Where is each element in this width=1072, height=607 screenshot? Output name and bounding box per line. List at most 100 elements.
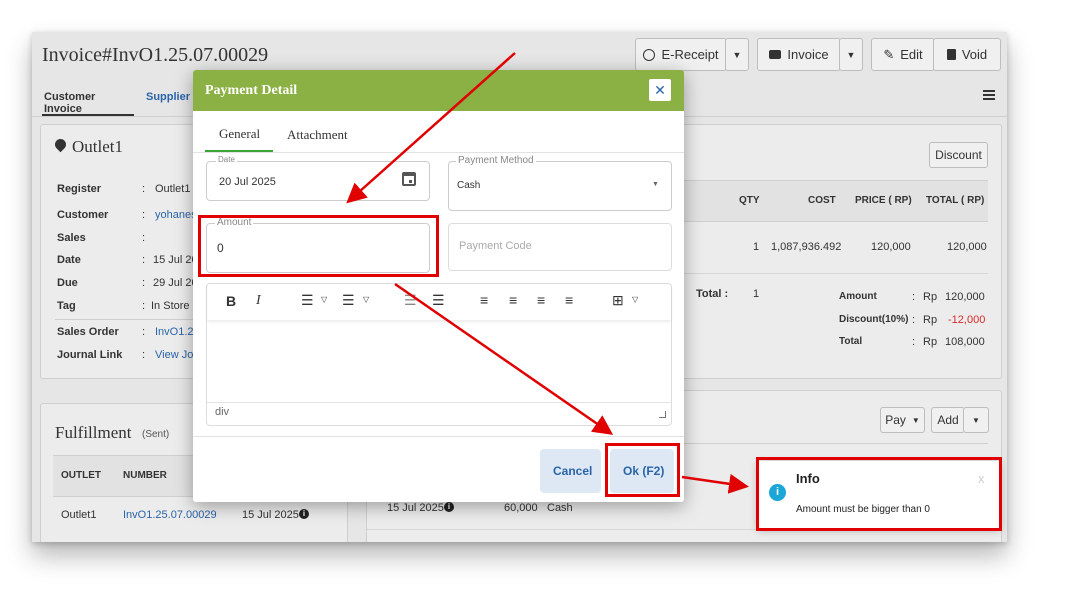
payment-method-select[interactable]: Payment Method Cash ▼ bbox=[448, 155, 672, 211]
date-value: 20 Jul 2025 bbox=[219, 176, 276, 188]
tab-attachment[interactable]: Attachment bbox=[287, 127, 348, 143]
payment-date: 15 Jul 2025 bbox=[387, 502, 444, 514]
field-label: Sales Order bbox=[57, 326, 119, 338]
italic-icon[interactable]: I bbox=[256, 293, 261, 309]
discount-button[interactable]: Discount bbox=[929, 142, 988, 168]
align-right-icon[interactable]: ≡ bbox=[537, 292, 545, 308]
tab-general[interactable]: General bbox=[205, 122, 273, 153]
field-label: Sales bbox=[57, 232, 86, 244]
col-qty: QTY bbox=[739, 195, 760, 206]
editor-status-divider bbox=[207, 402, 671, 403]
chevron-down-icon[interactable]: ▽ bbox=[363, 295, 369, 304]
amount-label: Amount bbox=[839, 291, 877, 302]
outdent-icon[interactable]: ☰ bbox=[404, 292, 417, 309]
edit-button[interactable]: ✎ Edit bbox=[871, 38, 935, 71]
whatsapp-icon bbox=[643, 48, 656, 61]
bold-icon[interactable]: B bbox=[226, 293, 236, 309]
discount-label: Discount(10%) bbox=[839, 314, 909, 325]
invoice-print-button[interactable]: Invoice bbox=[757, 38, 841, 71]
fulfillment-number-link[interactable]: InvO1.25.07.00029 bbox=[123, 509, 217, 521]
resize-handle-icon[interactable] bbox=[659, 411, 666, 418]
add-dropdown-button[interactable]: ▼ bbox=[963, 407, 989, 433]
modal-close-button[interactable]: ✕ bbox=[649, 79, 671, 101]
total-qty: 1 bbox=[753, 288, 760, 300]
modal-tabs-divider bbox=[193, 152, 684, 153]
printer-icon bbox=[769, 50, 782, 59]
fulfillment-outlet: Outlet1 bbox=[61, 509, 97, 521]
chevron-down-icon: ▼ bbox=[652, 181, 659, 188]
field-separator: : bbox=[142, 277, 146, 289]
payment-detail-modal: Payment Detail ✕ General Attachment Date… bbox=[193, 70, 684, 502]
summary-total-label: Total bbox=[839, 336, 863, 347]
amount-currency: Rp bbox=[923, 291, 938, 303]
ok-highlight-box bbox=[605, 443, 680, 497]
payment-code-field[interactable]: Payment Code bbox=[448, 223, 672, 271]
caret-down-icon: ▼ bbox=[846, 49, 856, 60]
rich-text-editor[interactable]: B I ☰ ▽ ☰ ▽ ☰ ☰ ≡ ≡ ≡ ≡ ⊞ ▽ div bbox=[206, 283, 672, 426]
field-separator: : bbox=[142, 254, 146, 266]
cancel-button[interactable]: Cancel bbox=[540, 449, 601, 493]
void-button[interactable]: Void bbox=[933, 38, 1001, 71]
tab-customer-invoice[interactable]: Customer Invoice bbox=[42, 84, 134, 116]
table-icon[interactable]: ⊞ bbox=[612, 292, 624, 309]
pay-button[interactable]: Pay ▼ bbox=[880, 407, 925, 433]
ereceipt-dropdown-button[interactable]: ▼ bbox=[725, 38, 749, 71]
menu-icon[interactable] bbox=[983, 90, 995, 100]
calendar-icon[interactable] bbox=[402, 172, 416, 186]
align-justify-icon[interactable]: ≡ bbox=[565, 292, 573, 308]
fulfillment-status: (Sent) bbox=[142, 429, 170, 440]
modal-title: Payment Detail bbox=[205, 83, 298, 98]
bullet-list-icon[interactable]: ☰ bbox=[301, 292, 314, 309]
payment-amount: 60,000 bbox=[504, 502, 538, 514]
field-separator: : bbox=[142, 209, 146, 221]
total-currency: Rp bbox=[923, 336, 938, 348]
row-qty: 1 bbox=[753, 241, 760, 253]
modal-footer-divider bbox=[193, 436, 684, 437]
editor-status-path: div bbox=[215, 406, 230, 418]
caret-down-icon: ▼ bbox=[732, 49, 742, 60]
fulfillment-date: 15 Jul 2025 bbox=[242, 509, 299, 521]
col-price: PRICE ( RP) bbox=[855, 195, 912, 206]
map-pin-icon bbox=[52, 136, 69, 153]
date-value: 15 Jul 20 bbox=[153, 254, 198, 266]
field-label: Date bbox=[57, 254, 81, 266]
summary-separator: : bbox=[912, 336, 916, 348]
outlet-name: Outlet1 bbox=[72, 137, 123, 156]
payment-method-value: Cash bbox=[457, 180, 481, 191]
indent-icon[interactable]: ☰ bbox=[432, 292, 445, 309]
summary-separator: : bbox=[912, 291, 916, 303]
align-center-icon[interactable]: ≡ bbox=[509, 292, 517, 308]
date-label: Date bbox=[216, 155, 237, 164]
field-label: Customer bbox=[57, 209, 109, 221]
row-price: 120,000 bbox=[871, 241, 911, 253]
modal-header: Payment Detail ✕ bbox=[193, 70, 684, 111]
ereceipt-button[interactable]: E-Receipt bbox=[635, 38, 727, 71]
field-label: Journal Link bbox=[57, 349, 123, 361]
summary-separator: : bbox=[912, 314, 916, 326]
invoice-dropdown-button[interactable]: ▼ bbox=[839, 38, 863, 71]
field-label: Register bbox=[57, 183, 102, 195]
date-field[interactable]: Date 20 Jul 2025 bbox=[206, 155, 430, 201]
customer-link[interactable]: yohanes bbox=[155, 209, 197, 221]
discount-currency: Rp bbox=[923, 314, 938, 326]
payment-method: Cash bbox=[547, 502, 573, 514]
edit-icon: ✎ bbox=[883, 46, 895, 62]
chevron-down-icon[interactable]: ▽ bbox=[632, 295, 638, 304]
chevron-down-icon[interactable]: ▽ bbox=[321, 295, 327, 304]
add-button[interactable]: Add bbox=[931, 407, 965, 433]
field-separator: : bbox=[142, 183, 146, 195]
info-icon: i bbox=[299, 509, 309, 519]
field-label: Due bbox=[57, 277, 78, 289]
numbered-list-icon[interactable]: ☰ bbox=[342, 292, 355, 309]
info-icon: i bbox=[444, 502, 454, 512]
align-left-icon[interactable]: ≡ bbox=[480, 292, 488, 308]
amount-value: 120,000 bbox=[945, 291, 985, 303]
field-label: Tag bbox=[57, 300, 76, 312]
total-label: Total : bbox=[696, 288, 729, 300]
close-icon: ✕ bbox=[654, 82, 666, 98]
tag-value: In Store bbox=[151, 300, 190, 312]
col-total: TOTAL ( RP) bbox=[926, 195, 985, 206]
col-outlet: OUTLET bbox=[61, 470, 101, 481]
toast-highlight-box bbox=[756, 457, 1002, 531]
col-number: NUMBER bbox=[123, 470, 167, 481]
